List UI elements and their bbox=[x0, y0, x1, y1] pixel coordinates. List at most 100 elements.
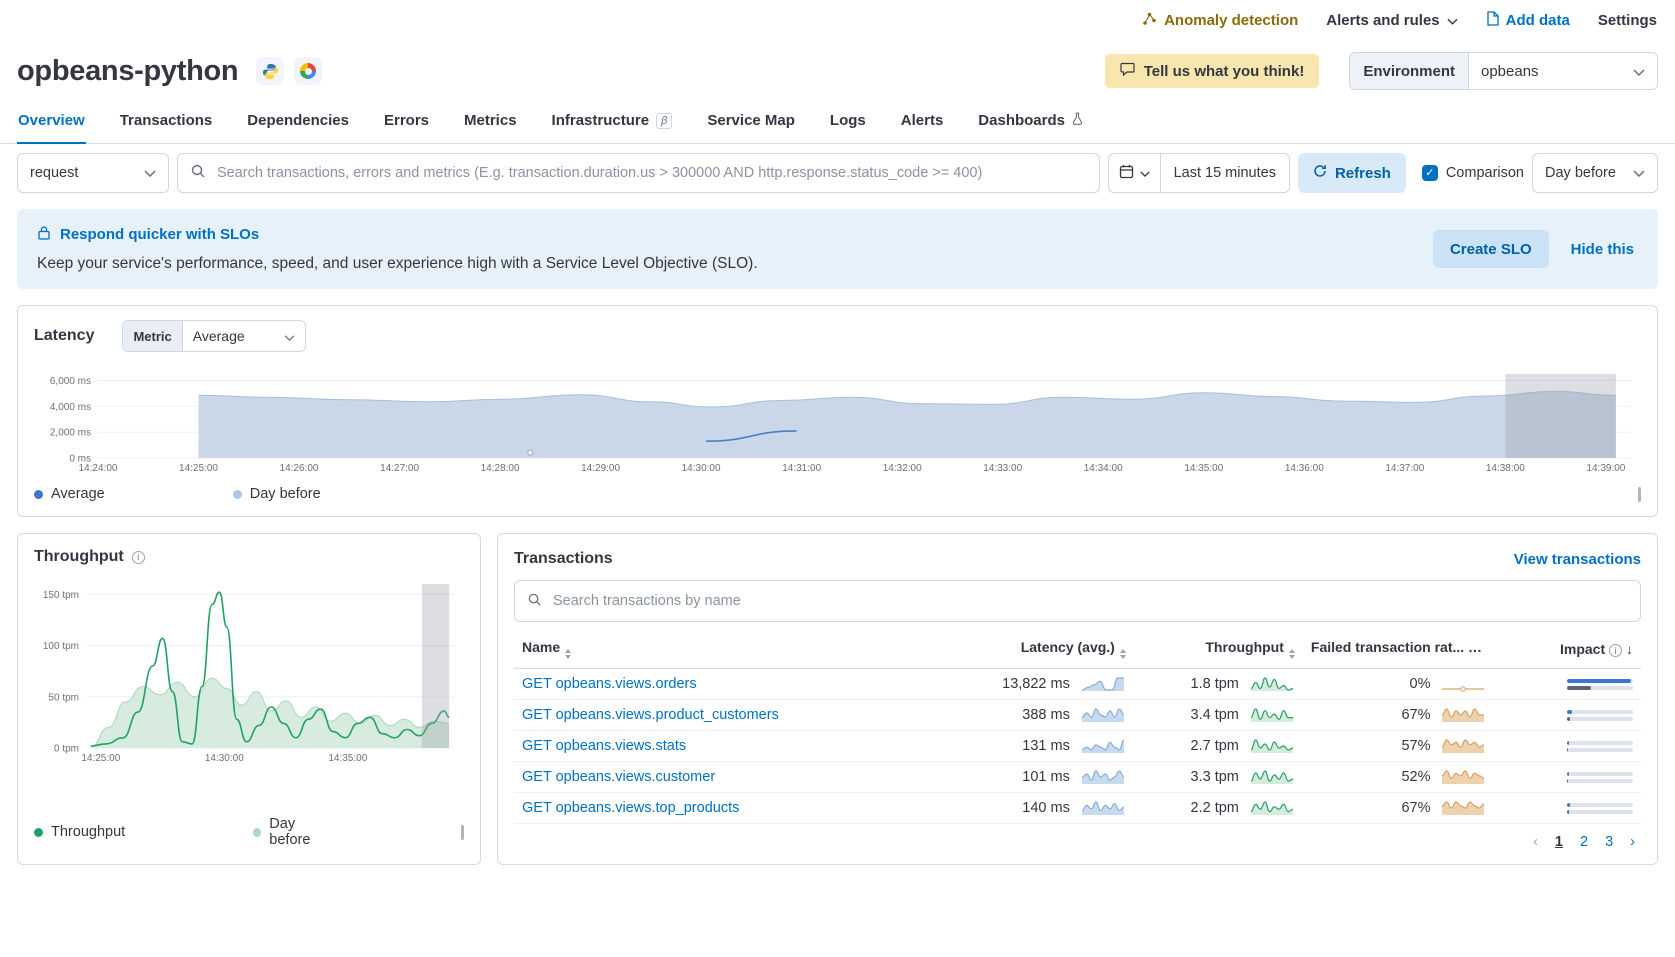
throughput-value: 2.7 tpm bbox=[1191, 738, 1239, 754]
cloud-provider-icon bbox=[294, 57, 322, 85]
sparkline bbox=[1249, 768, 1295, 786]
tab-label: Dependencies bbox=[247, 112, 349, 129]
tab-alerts[interactable]: Alerts bbox=[900, 98, 945, 143]
svg-text:14:32:00: 14:32:00 bbox=[883, 463, 922, 474]
hide-this-link[interactable]: Hide this bbox=[1571, 241, 1634, 258]
column-header-impact[interactable]: Impact i↓ bbox=[1494, 630, 1641, 669]
svg-text:14:34:00: 14:34:00 bbox=[1084, 463, 1123, 474]
settings-button[interactable]: Settings bbox=[1598, 12, 1657, 29]
transactions-search-input[interactable] bbox=[551, 592, 1628, 610]
comparison-select[interactable]: Day before bbox=[1532, 153, 1658, 193]
legend-item-throughput[interactable]: Throughput bbox=[34, 824, 125, 840]
sparkline bbox=[1249, 706, 1295, 724]
tab-infrastructure[interactable]: Infrastructureβ bbox=[551, 98, 674, 143]
metric-selector: Metric Average bbox=[122, 320, 305, 352]
transaction-name-link[interactable]: GET opbeans.views.customer bbox=[522, 769, 715, 785]
svg-text:14:30:00: 14:30:00 bbox=[205, 753, 244, 764]
transaction-row: GET opbeans.views.customer101 ms3.3 tpm5… bbox=[514, 762, 1641, 793]
legend-dot bbox=[253, 828, 261, 837]
refresh-icon bbox=[1313, 164, 1327, 182]
tab-label: Dashboards bbox=[978, 112, 1065, 129]
column-header-name[interactable]: Name bbox=[514, 630, 931, 669]
svg-text:14:29:00: 14:29:00 bbox=[581, 463, 620, 474]
query-search-input[interactable] bbox=[215, 164, 1087, 182]
transaction-row: GET opbeans.views.stats131 ms2.7 tpm57% bbox=[514, 731, 1641, 762]
refresh-button[interactable]: Refresh bbox=[1298, 153, 1406, 193]
transaction-name-link[interactable]: GET opbeans.views.product_customers bbox=[522, 707, 779, 723]
slo-banner-link[interactable]: Respond quicker with SLOs bbox=[37, 225, 1433, 244]
environment-label: Environment bbox=[1350, 53, 1469, 89]
sparkline bbox=[1080, 706, 1126, 724]
anomaly-detection-button[interactable]: Anomaly detection bbox=[1142, 11, 1298, 30]
svg-text:14:31:00: 14:31:00 bbox=[782, 463, 821, 474]
add-data-icon bbox=[1486, 11, 1499, 30]
time-range-button[interactable]: Last 15 minutes bbox=[1161, 154, 1289, 192]
pagination-page-1[interactable]: 1 bbox=[1555, 834, 1563, 850]
info-icon: i bbox=[132, 551, 145, 564]
alerts-and-rules-button[interactable]: Alerts and rules bbox=[1326, 12, 1457, 29]
legend-item-day-before[interactable]: Day before bbox=[233, 486, 321, 502]
chart-scroll-handle[interactable] bbox=[461, 825, 464, 840]
tab-label: Overview bbox=[18, 112, 85, 129]
tab-errors[interactable]: Errors bbox=[383, 98, 430, 143]
tab-overview[interactable]: Overview bbox=[17, 98, 86, 143]
column-header-latency-avg[interactable]: Latency (avg.) bbox=[931, 630, 1134, 669]
sparkline bbox=[1440, 675, 1486, 693]
impact-bars bbox=[1567, 772, 1633, 783]
column-header-throughput[interactable]: Throughput bbox=[1134, 630, 1303, 669]
metric-select[interactable]: Average bbox=[183, 321, 305, 351]
tab-service-map[interactable]: Service Map bbox=[706, 98, 796, 143]
comparison-checkbox[interactable]: ✓ bbox=[1422, 165, 1438, 181]
query-search-box bbox=[177, 153, 1100, 193]
latency-value: 388 ms bbox=[1022, 707, 1070, 723]
info-icon: i bbox=[1468, 643, 1481, 656]
transaction-name-link[interactable]: GET opbeans.views.orders bbox=[522, 676, 697, 692]
anomaly-detection-icon bbox=[1142, 11, 1157, 30]
svg-text:14:27:00: 14:27:00 bbox=[380, 463, 419, 474]
feedback-button[interactable]: Tell us what you think! bbox=[1105, 54, 1320, 88]
transaction-name-link[interactable]: GET opbeans.views.top_products bbox=[522, 800, 739, 816]
sparkline bbox=[1249, 799, 1295, 817]
latency-value: 131 ms bbox=[1022, 738, 1070, 754]
pagination-next[interactable]: › bbox=[1630, 834, 1635, 850]
tab-dependencies[interactable]: Dependencies bbox=[246, 98, 350, 143]
tab-label: Errors bbox=[384, 112, 429, 129]
transactions-search-box bbox=[514, 580, 1641, 622]
throughput-chart[interactable]: 0 tpm50 tpm100 tpm150 tpm14:25:0014:30:0… bbox=[34, 578, 464, 764]
latency-chart-svg: 0 ms2,000 ms4,000 ms6,000 ms14:24:0014:2… bbox=[34, 368, 1641, 474]
tab-logs[interactable]: Logs bbox=[829, 98, 867, 143]
legend-item-average[interactable]: Average bbox=[34, 486, 105, 502]
tab-transactions[interactable]: Transactions bbox=[119, 98, 214, 143]
add-data-button[interactable]: Add data bbox=[1486, 11, 1570, 30]
tab-dashboards[interactable]: Dashboards bbox=[977, 98, 1084, 143]
throughput-value: 1.8 tpm bbox=[1191, 676, 1239, 692]
legend-item-day-before[interactable]: Day before bbox=[253, 816, 333, 848]
svg-text:14:37:00: 14:37:00 bbox=[1385, 463, 1424, 474]
query-language-select[interactable]: request bbox=[17, 153, 169, 193]
latency-chart[interactable]: 0 ms2,000 ms4,000 ms6,000 ms14:24:0014:2… bbox=[34, 368, 1641, 474]
view-transactions-link[interactable]: View transactions bbox=[1514, 551, 1641, 568]
tab-bar: Overview Transactions Dependencies Errors Me… bbox=[0, 98, 1675, 144]
comparison-toggle: ✓ Comparison bbox=[1422, 165, 1524, 181]
svg-text:14:38:00: 14:38:00 bbox=[1486, 463, 1525, 474]
create-slo-button[interactable]: Create SLO bbox=[1433, 230, 1549, 268]
transaction-name-link[interactable]: GET opbeans.views.stats bbox=[522, 738, 686, 754]
chart-scroll-handle[interactable] bbox=[1638, 487, 1641, 502]
pagination-page-2[interactable]: 2 bbox=[1580, 834, 1588, 850]
sort-icon bbox=[1486, 649, 1492, 659]
chevron-down-icon bbox=[144, 165, 156, 181]
environment-filter: Environment opbeans bbox=[1349, 52, 1658, 90]
tab-label: Metrics bbox=[464, 112, 517, 129]
pagination-page-3[interactable]: 3 bbox=[1605, 834, 1613, 850]
tab-metrics[interactable]: Metrics bbox=[463, 98, 518, 143]
pagination-prev[interactable]: ‹ bbox=[1533, 834, 1538, 850]
metric-label: Metric bbox=[123, 321, 182, 351]
search-icon bbox=[527, 592, 542, 611]
column-header-failed-transaction-rat[interactable]: Failed transaction rat... i bbox=[1303, 630, 1495, 669]
latency-panel-title: Latency bbox=[34, 327, 94, 345]
date-picker-quick-select[interactable] bbox=[1109, 154, 1161, 192]
environment-select[interactable]: opbeans bbox=[1469, 53, 1657, 89]
sparkline bbox=[1440, 799, 1486, 817]
impact-bars bbox=[1567, 803, 1633, 814]
pagination: ‹ 1 2 3 › bbox=[514, 824, 1641, 856]
